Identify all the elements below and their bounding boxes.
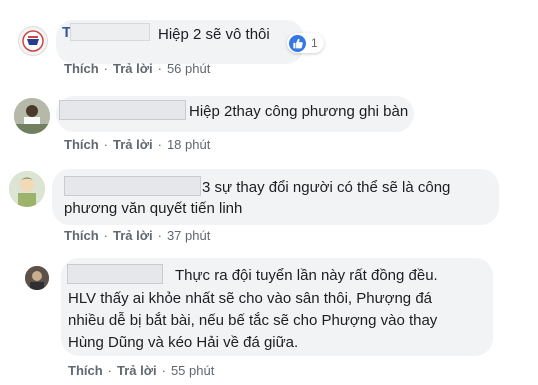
comment-text-line: HLV thấy ai khỏe nhất sẽ cho vào sân thô… <box>68 290 432 307</box>
comment-actions: Thích · Trả lời · 37 phút <box>64 228 210 243</box>
comment-text: Hiệp 2thay công phương ghi bàn <box>189 103 409 120</box>
like-icon <box>289 34 306 52</box>
separator: · <box>157 61 162 76</box>
comment-bubble: T Hiệp 2 sẽ vô thôi <box>56 20 304 64</box>
reaction-summary[interactable]: 1 <box>287 33 324 53</box>
comment-actions: Thích · Trả lời · 18 phút <box>64 137 210 152</box>
redacted-author-name <box>67 264 163 284</box>
separator: · <box>103 228 109 243</box>
comment-text-line: Hùng Dũng và kéo Hải về đá giữa. <box>68 334 299 351</box>
reaction-count: 1 <box>311 36 318 50</box>
timestamp[interactable]: 37 phút <box>167 228 210 243</box>
timestamp[interactable]: 56 phút <box>167 61 210 76</box>
redacted-author-name <box>70 23 150 41</box>
separator: · <box>107 363 113 378</box>
avatar[interactable] <box>9 171 45 207</box>
comment-actions: Thích · Trả lời · 55 phút <box>68 363 214 378</box>
reply-button[interactable]: Trả lời <box>113 228 153 243</box>
redacted-author-name <box>59 100 186 120</box>
avatar[interactable] <box>25 266 49 290</box>
timestamp[interactable]: 55 phút <box>171 363 214 378</box>
comment-text: Hiệp 2 sẽ vô thôi <box>158 26 270 43</box>
separator: · <box>161 363 166 378</box>
timestamp[interactable]: 18 phút <box>167 137 210 152</box>
reply-button[interactable]: Trả lời <box>113 61 153 76</box>
like-button[interactable]: Thích <box>64 228 99 243</box>
comment-text-line: nhiều dễ bị bắt bài, nếu bế tắc sẽ cho P… <box>68 312 438 329</box>
avatar[interactable] <box>18 26 48 56</box>
separator: · <box>157 228 162 243</box>
separator: · <box>103 137 109 152</box>
comment-text-line: phương văn quyết tiến linh <box>64 200 243 217</box>
comment-bubble: 3 sự thay đổi người có thể sẽ là công ph… <box>52 169 499 225</box>
reply-button[interactable]: Trả lời <box>113 137 153 152</box>
reply-button[interactable]: Trả lời <box>117 363 157 378</box>
separator: · <box>103 61 109 76</box>
separator: · <box>157 137 162 152</box>
like-button[interactable]: Thích <box>64 61 99 76</box>
redacted-author-name <box>64 176 201 196</box>
like-button[interactable]: Thích <box>64 137 99 152</box>
comment-bubble: Thực ra đội tuyển lần này rất đồng đều. … <box>61 258 493 356</box>
comment-text-line: 3 sự thay đổi người có thể sẽ là công <box>202 179 451 196</box>
comment-actions: Thích · Trả lời · 56 phút <box>64 61 210 76</box>
like-button[interactable]: Thích <box>68 363 103 378</box>
comment-bubble: Hiệp 2thay công phương ghi bàn <box>56 96 414 132</box>
comment-text-line: Thực ra đội tuyển lần này rất đồng đều. <box>175 267 438 284</box>
avatar[interactable] <box>14 98 50 134</box>
